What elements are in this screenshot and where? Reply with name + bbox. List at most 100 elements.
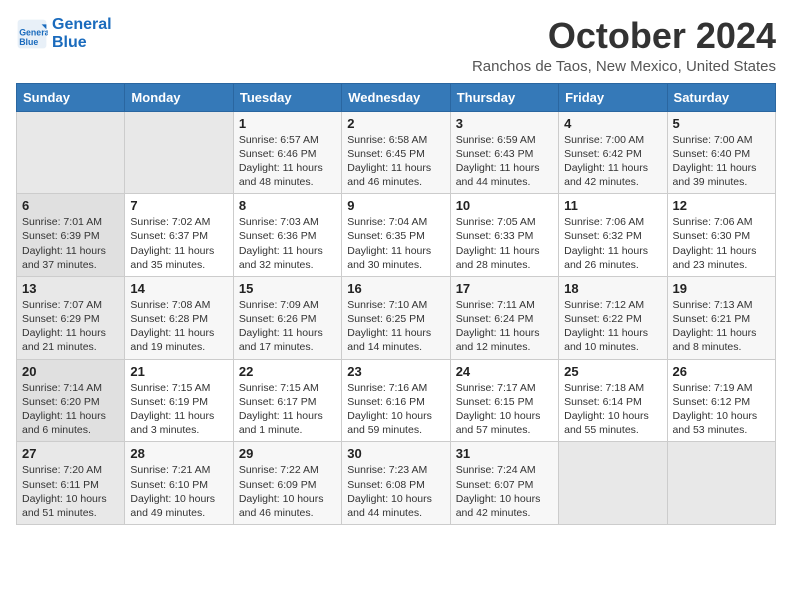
day-number: 7 (130, 198, 227, 213)
day-number: 24 (456, 364, 553, 379)
title-block: October 2024 Ranchos de Taos, New Mexico… (472, 16, 776, 75)
calendar-cell: 19Sunrise: 7:13 AM Sunset: 6:21 PM Dayli… (667, 276, 775, 359)
day-info: Sunrise: 7:09 AM Sunset: 6:26 PM Dayligh… (239, 298, 336, 355)
calendar-week-4: 20 Sunrise: 7:14 AM Sunset: 6:20 PM Dayli… (17, 359, 776, 442)
logo: General Blue General Blue (16, 16, 112, 53)
logo-general: General (52, 16, 112, 34)
weekday-header-saturday: Saturday (667, 83, 775, 111)
day-number: 20 (22, 364, 119, 379)
calendar-week-1: 1 Sunrise: 6:57 AM Sunset: 6:46 PM Daylig… (17, 111, 776, 194)
calendar-cell: 16 Sunrise: 7:10 AM Sunset: 6:25 PM Dayli… (342, 276, 450, 359)
calendar-cell: 2 Sunrise: 6:58 AM Sunset: 6:45 PM Daylig… (342, 111, 450, 194)
day-number: 16 (347, 281, 444, 296)
day-number: 22 (239, 364, 336, 379)
calendar-cell: 22Sunrise: 7:15 AM Sunset: 6:17 PM Dayli… (233, 359, 341, 442)
calendar-cell (125, 111, 233, 194)
calendar-cell: 13Sunrise: 7:07 AM Sunset: 6:29 PM Dayli… (17, 276, 125, 359)
calendar-cell: 20 Sunrise: 7:14 AM Sunset: 6:20 PM Dayli… (17, 359, 125, 442)
calendar-week-5: 27 Sunrise: 7:20 AM Sunset: 6:11 PM Dayli… (17, 442, 776, 525)
day-info: Sunrise: 7:08 AM Sunset: 6:28 PM Dayligh… (130, 298, 227, 355)
day-number: 3 (456, 116, 553, 131)
calendar-cell: 24 Sunrise: 7:17 AM Sunset: 6:15 PM Dayli… (450, 359, 558, 442)
location-subtitle: Ranchos de Taos, New Mexico, United Stat… (472, 58, 776, 75)
calendar-cell: 8 Sunrise: 7:03 AM Sunset: 6:36 PM Daylig… (233, 194, 341, 277)
day-number: 26 (673, 364, 770, 379)
weekday-header-wednesday: Wednesday (342, 83, 450, 111)
day-info: Sunrise: 7:24 AM Sunset: 6:07 PM Dayligh… (456, 463, 553, 520)
day-number: 17 (456, 281, 553, 296)
day-info: Sunrise: 7:15 AM Sunset: 6:19 PM Dayligh… (130, 381, 227, 438)
day-number: 13 (22, 281, 119, 296)
calendar-cell: 23Sunrise: 7:16 AM Sunset: 6:16 PM Dayli… (342, 359, 450, 442)
day-info: Sunrise: 7:13 AM Sunset: 6:21 PM Dayligh… (673, 298, 770, 355)
day-info: Sunrise: 7:19 AM Sunset: 6:12 PM Dayligh… (673, 381, 770, 438)
calendar-cell (17, 111, 125, 194)
calendar-cell: 18Sunrise: 7:12 AM Sunset: 6:22 PM Dayli… (559, 276, 667, 359)
weekday-header-friday: Friday (559, 83, 667, 111)
day-info: Sunrise: 7:02 AM Sunset: 6:37 PM Dayligh… (130, 215, 227, 272)
day-info: Sunrise: 7:06 AM Sunset: 6:32 PM Dayligh… (564, 215, 661, 272)
calendar-cell: 31 Sunrise: 7:24 AM Sunset: 6:07 PM Dayli… (450, 442, 558, 525)
calendar-cell: 9Sunrise: 7:04 AM Sunset: 6:35 PM Daylig… (342, 194, 450, 277)
day-info: Sunrise: 7:03 AM Sunset: 6:36 PM Dayligh… (239, 215, 336, 272)
calendar-cell: 6Sunrise: 7:01 AM Sunset: 6:39 PM Daylig… (17, 194, 125, 277)
day-number: 14 (130, 281, 227, 296)
day-info: Sunrise: 7:06 AM Sunset: 6:30 PM Dayligh… (673, 215, 770, 272)
calendar-cell: 26 Sunrise: 7:19 AM Sunset: 6:12 PM Dayli… (667, 359, 775, 442)
svg-text:Blue: Blue (19, 38, 38, 48)
calendar-cell: 17Sunrise: 7:11 AM Sunset: 6:24 PM Dayli… (450, 276, 558, 359)
day-number: 9 (347, 198, 444, 213)
svg-text:General: General (19, 28, 48, 38)
day-info: Sunrise: 7:16 AM Sunset: 6:16 PM Dayligh… (347, 381, 444, 438)
calendar-cell (667, 442, 775, 525)
day-number: 5 (673, 116, 770, 131)
day-number: 21 (130, 364, 227, 379)
calendar-cell: 28 Sunrise: 7:21 AM Sunset: 6:10 PM Dayli… (125, 442, 233, 525)
day-number: 29 (239, 446, 336, 461)
day-info: Sunrise: 6:57 AM Sunset: 6:46 PM Dayligh… (239, 133, 336, 190)
calendar-cell: 3 Sunrise: 6:59 AM Sunset: 6:43 PM Daylig… (450, 111, 558, 194)
calendar-cell: 30Sunrise: 7:23 AM Sunset: 6:08 PM Dayli… (342, 442, 450, 525)
day-info: Sunrise: 7:00 AM Sunset: 6:42 PM Dayligh… (564, 133, 661, 190)
day-number: 8 (239, 198, 336, 213)
day-info: Sunrise: 7:10 AM Sunset: 6:25 PM Dayligh… (347, 298, 444, 355)
calendar-week-3: 13Sunrise: 7:07 AM Sunset: 6:29 PM Dayli… (17, 276, 776, 359)
month-title: October 2024 (472, 16, 776, 56)
calendar-cell: 21 Sunrise: 7:15 AM Sunset: 6:19 PM Dayli… (125, 359, 233, 442)
calendar-body: 1 Sunrise: 6:57 AM Sunset: 6:46 PM Daylig… (17, 111, 776, 524)
calendar-cell: 1 Sunrise: 6:57 AM Sunset: 6:46 PM Daylig… (233, 111, 341, 194)
weekday-header-tuesday: Tuesday (233, 83, 341, 111)
day-number: 1 (239, 116, 336, 131)
day-number: 28 (130, 446, 227, 461)
calendar-cell: 25 Sunrise: 7:18 AM Sunset: 6:14 PM Dayli… (559, 359, 667, 442)
day-number: 27 (22, 446, 119, 461)
day-info: Sunrise: 7:21 AM Sunset: 6:10 PM Dayligh… (130, 463, 227, 520)
day-info: Sunrise: 6:59 AM Sunset: 6:43 PM Dayligh… (456, 133, 553, 190)
day-info: Sunrise: 7:18 AM Sunset: 6:14 PM Dayligh… (564, 381, 661, 438)
logo-blue: Blue (52, 34, 112, 52)
calendar-cell: 14 Sunrise: 7:08 AM Sunset: 6:28 PM Dayli… (125, 276, 233, 359)
calendar-cell: 15 Sunrise: 7:09 AM Sunset: 6:26 PM Dayli… (233, 276, 341, 359)
page-header: General Blue General Blue October 2024 R… (16, 16, 776, 75)
day-number: 15 (239, 281, 336, 296)
day-number: 25 (564, 364, 661, 379)
calendar-cell: 11 Sunrise: 7:06 AM Sunset: 6:32 PM Dayli… (559, 194, 667, 277)
day-info: Sunrise: 7:22 AM Sunset: 6:09 PM Dayligh… (239, 463, 336, 520)
calendar-cell: 4 Sunrise: 7:00 AM Sunset: 6:42 PM Daylig… (559, 111, 667, 194)
day-info: Sunrise: 7:17 AM Sunset: 6:15 PM Dayligh… (456, 381, 553, 438)
day-number: 4 (564, 116, 661, 131)
day-info: Sunrise: 7:14 AM Sunset: 6:20 PM Dayligh… (22, 381, 119, 438)
day-info: Sunrise: 7:12 AM Sunset: 6:22 PM Dayligh… (564, 298, 661, 355)
day-info: Sunrise: 7:23 AM Sunset: 6:08 PM Dayligh… (347, 463, 444, 520)
day-number: 11 (564, 198, 661, 213)
day-number: 2 (347, 116, 444, 131)
day-info: Sunrise: 6:58 AM Sunset: 6:45 PM Dayligh… (347, 133, 444, 190)
weekday-header-thursday: Thursday (450, 83, 558, 111)
weekday-header-sunday: Sunday (17, 83, 125, 111)
day-number: 31 (456, 446, 553, 461)
day-info: Sunrise: 7:20 AM Sunset: 6:11 PM Dayligh… (22, 463, 119, 520)
day-info: Sunrise: 7:01 AM Sunset: 6:39 PM Dayligh… (22, 215, 119, 272)
calendar-cell: 7 Sunrise: 7:02 AM Sunset: 6:37 PM Daylig… (125, 194, 233, 277)
calendar-cell (559, 442, 667, 525)
day-info: Sunrise: 7:00 AM Sunset: 6:40 PM Dayligh… (673, 133, 770, 190)
